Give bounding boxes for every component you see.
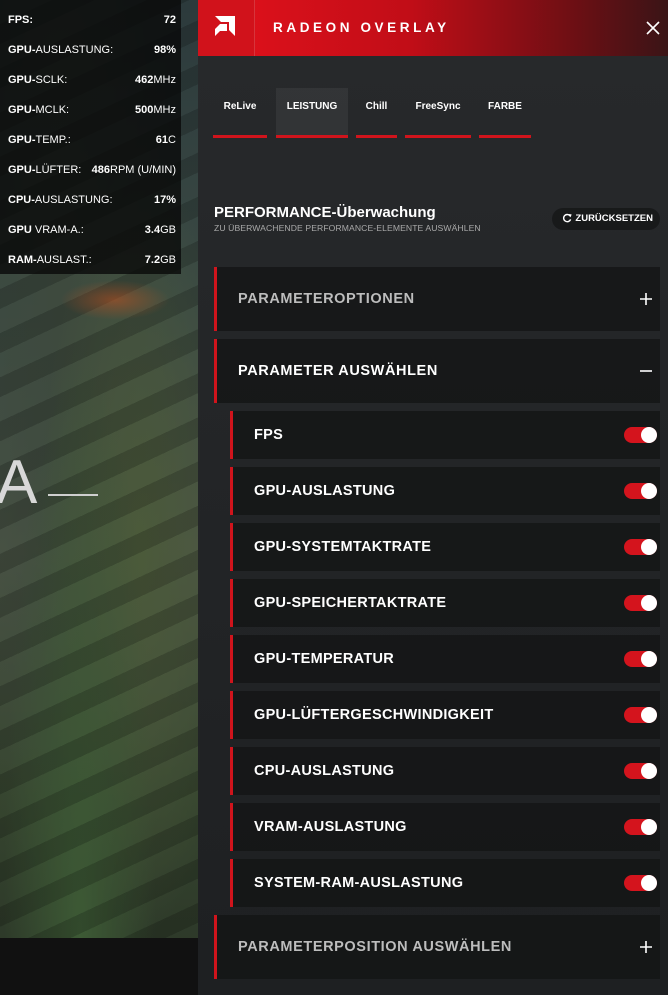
- metric-row-gpu-usage: GPU-AUSLASTUNG: 98%: [0, 35, 181, 65]
- metric-row-fps: FPS: 72: [0, 5, 181, 35]
- accordion-parameter-options[interactable]: PARAMETEROPTIONEN: [214, 267, 660, 331]
- parameter-item-cpu-usage: CPU-AUSLASTUNG: [230, 747, 660, 795]
- metric-value: 7.2GB: [144, 254, 176, 266]
- metric-label: GPU VRAM-A.:: [8, 224, 84, 236]
- refresh-icon: [563, 213, 573, 223]
- toggle-knob: [641, 875, 657, 891]
- radeon-overlay-panel: RADEON OVERLAY ReLive LEISTUNG Chill Fre…: [198, 0, 668, 995]
- metric-value: 462MHz: [135, 74, 176, 86]
- game-hud-letter: A: [0, 448, 38, 517]
- reset-label: ZURÜCKSETZEN: [575, 213, 653, 224]
- toggle-knob: [641, 539, 657, 555]
- parameter-item-gpu-fan-speed: GPU-LÜFTERGESCHWINDIGKEIT: [230, 691, 660, 739]
- metric-value: 72: [163, 14, 176, 26]
- toggle-switch[interactable]: [624, 763, 657, 779]
- toggle-switch[interactable]: [624, 875, 657, 891]
- parameter-label: GPU-SPEICHERTAKTRATE: [254, 595, 447, 611]
- metrics-overlay: FPS: 72 GPU-AUSLASTUNG: 98% GPU-SCLK: 46…: [0, 0, 181, 274]
- accordion-label: PARAMETEROPTIONEN: [238, 291, 415, 307]
- plus-icon: [640, 293, 652, 305]
- tab-leistung[interactable]: LEISTUNG: [276, 88, 348, 138]
- metric-row-cpu-usage: CPU-AUSLASTUNG: 17%: [0, 185, 181, 215]
- toggle-switch[interactable]: [624, 595, 657, 611]
- toggle-knob: [641, 651, 657, 667]
- plus-icon: [640, 941, 652, 953]
- toggle-switch[interactable]: [624, 427, 657, 443]
- section-header: PERFORMANCE-Überwachung ZU ÜBERWACHENDE …: [214, 204, 660, 233]
- game-hud-line: [48, 494, 98, 496]
- metric-label: CPU-AUSLASTUNG:: [8, 194, 113, 206]
- metric-label: GPU-LÜFTER:: [8, 164, 82, 176]
- toggle-knob: [641, 483, 657, 499]
- metric-row-gpu-sclk: GPU-SCLK: 462MHz: [0, 65, 181, 95]
- accordion-label: PARAMETERPOSITION AUSWÄHLEN: [238, 939, 512, 955]
- metric-label: GPU-TEMP.:: [8, 134, 71, 146]
- metric-label: GPU-MCLK:: [8, 104, 70, 116]
- toggle-switch[interactable]: [624, 707, 657, 723]
- metric-row-gpu-mclk: GPU-MCLK: 500MHz: [0, 95, 181, 125]
- toggle-knob: [641, 427, 657, 443]
- metric-value: 17%: [153, 194, 176, 206]
- toggle-switch[interactable]: [624, 539, 657, 555]
- parameter-label: GPU-AUSLASTUNG: [254, 483, 396, 499]
- game-bottom-bar: [0, 938, 200, 995]
- parameter-label: FPS: [254, 427, 284, 443]
- metric-row-gpu-vram: GPU VRAM-A.: 3.4GB: [0, 215, 181, 245]
- amd-logo-icon: [198, 0, 255, 56]
- accordion-parameter-position[interactable]: PARAMETERPOSITION AUSWÄHLEN: [214, 915, 660, 979]
- metric-value: 61C: [155, 134, 176, 146]
- metric-value: 3.4GB: [144, 224, 176, 236]
- tab-freesync[interactable]: FreeSync: [405, 88, 471, 138]
- metric-row-gpu-temp: GPU-TEMP.: 61C: [0, 125, 181, 155]
- metric-label: GPU-SCLK:: [8, 74, 68, 86]
- overlay-header: RADEON OVERLAY: [198, 0, 668, 56]
- metric-row-ram-usage: RAM-AUSLAST.: 7.2GB: [0, 245, 181, 275]
- tab-bar: ReLive LEISTUNG Chill FreeSync FARBE: [212, 88, 652, 140]
- metric-label: RAM-AUSLAST.:: [8, 254, 92, 266]
- parameter-item-gpu-memory-clock: GPU-SPEICHERTAKTRATE: [230, 579, 660, 627]
- parameter-label: GPU-SYSTEMTAKTRATE: [254, 539, 432, 555]
- toggle-knob: [641, 707, 657, 723]
- metric-value: 486RPM (U/MIN): [91, 164, 176, 176]
- toggle-knob: [641, 595, 657, 611]
- metric-label: GPU-AUSLASTUNG:: [8, 44, 114, 56]
- toggle-switch[interactable]: [624, 651, 657, 667]
- parameter-label: CPU-AUSLASTUNG: [254, 763, 395, 779]
- close-icon: [646, 21, 660, 35]
- parameter-item-gpu-system-clock: GPU-SYSTEMTAKTRATE: [230, 523, 660, 571]
- toggle-knob: [641, 763, 657, 779]
- minus-icon: [640, 370, 652, 372]
- tab-relive[interactable]: ReLive: [213, 88, 267, 138]
- parameter-item-vram-usage: VRAM-AUSLASTUNG: [230, 803, 660, 851]
- close-button[interactable]: [638, 14, 668, 42]
- parameter-item-system-ram-usage: SYSTEM-RAM-AUSLASTUNG: [230, 859, 660, 907]
- parameter-label: GPU-LÜFTERGESCHWINDIGKEIT: [254, 707, 494, 723]
- parameter-label: SYSTEM-RAM-AUSLASTUNG: [254, 875, 464, 891]
- toggle-switch[interactable]: [624, 483, 657, 499]
- parameter-item-fps: FPS: [230, 411, 660, 459]
- reset-button[interactable]: ZURÜCKSETZEN: [552, 208, 660, 230]
- parameter-label: VRAM-AUSLASTUNG: [254, 819, 407, 835]
- metric-row-gpu-fan: GPU-LÜFTER: 486RPM (U/MIN): [0, 155, 181, 185]
- toggle-switch[interactable]: [624, 819, 657, 835]
- accordion-select-parameters[interactable]: PARAMETER AUSWÄHLEN: [214, 339, 660, 403]
- metric-label: FPS:: [8, 14, 34, 26]
- parameter-item-gpu-temperature: GPU-TEMPERATUR: [230, 635, 660, 683]
- accordion-label: PARAMETER AUSWÄHLEN: [238, 363, 438, 379]
- metric-value: 98%: [153, 44, 176, 56]
- metric-value: 500MHz: [135, 104, 176, 116]
- tab-farbe[interactable]: FARBE: [479, 88, 531, 138]
- parameter-item-gpu-usage: GPU-AUSLASTUNG: [230, 467, 660, 515]
- game-fire-glow: [60, 280, 170, 320]
- parameter-label: GPU-TEMPERATUR: [254, 651, 395, 667]
- tab-chill[interactable]: Chill: [356, 88, 397, 138]
- toggle-knob: [641, 819, 657, 835]
- app-title: RADEON OVERLAY: [273, 20, 450, 35]
